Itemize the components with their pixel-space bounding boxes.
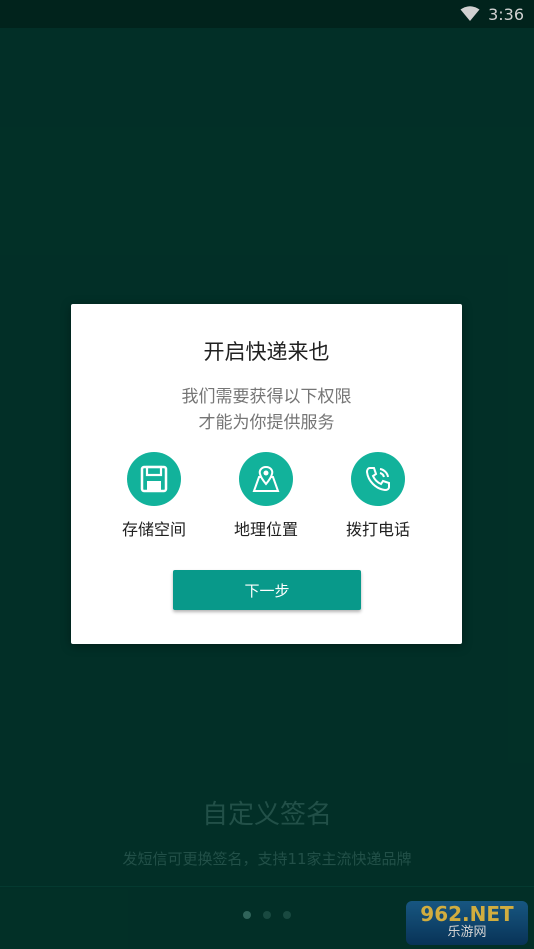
permission-location: 地理位置	[211, 452, 321, 540]
next-step-button[interactable]: 下一步	[173, 570, 361, 610]
permission-phone-label: 拨打电话	[345, 520, 410, 539]
permission-dialog: 开启快递来也 我们需要获得以下权限 才能为你提供服务 存储空间 地理位置 拨打电…	[71, 304, 462, 644]
dialog-title: 开启快递来也	[203, 340, 330, 364]
permission-phone: 拨打电话	[323, 452, 433, 540]
permission-list: 存储空间 地理位置 拨打电话	[71, 452, 462, 542]
floppy-disk-icon	[127, 452, 181, 506]
phone-icon	[351, 452, 405, 506]
permission-storage: 存储空间	[99, 452, 209, 540]
dialog-subtitle-line2: 才能为你提供服务	[198, 413, 335, 433]
dialog-subtitle-line1: 我们需要获得以下权限	[181, 387, 352, 407]
permission-location-label: 地理位置	[233, 520, 298, 539]
map-pin-icon	[239, 452, 293, 506]
permission-storage-label: 存储空间	[121, 520, 186, 539]
